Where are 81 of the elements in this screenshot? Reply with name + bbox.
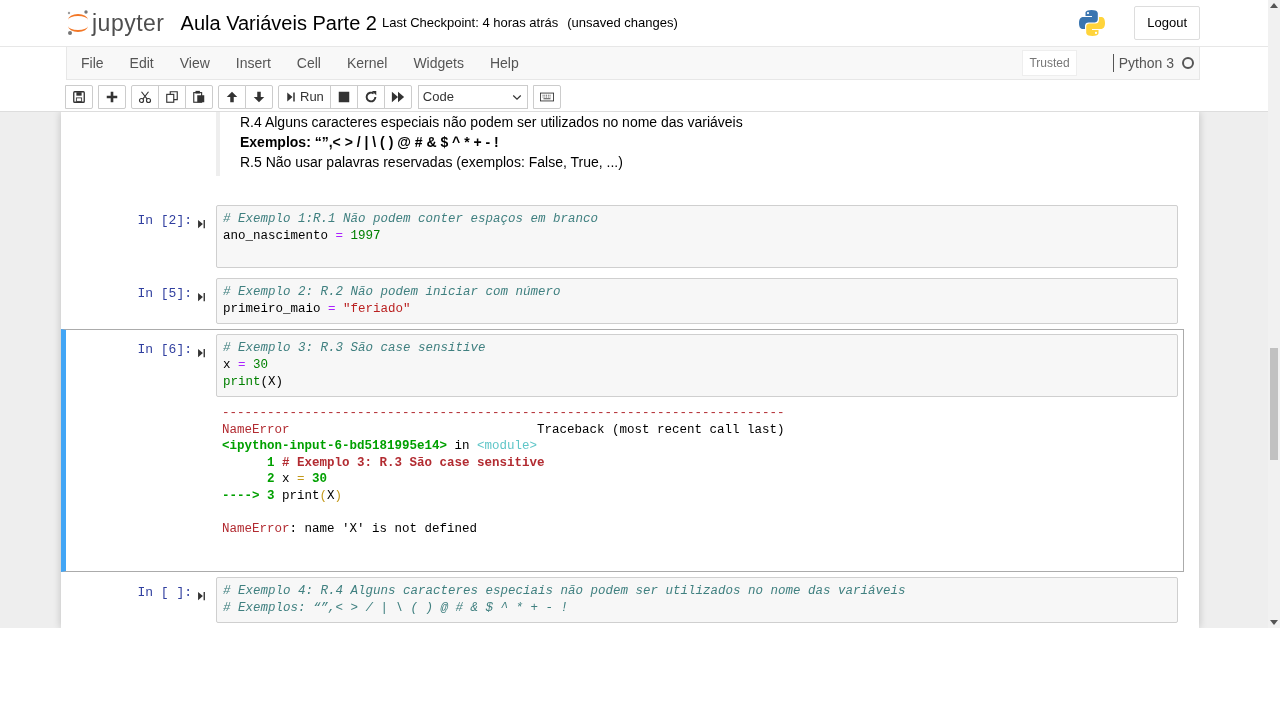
run-cell-icon xyxy=(196,217,207,230)
save-button[interactable] xyxy=(65,85,93,109)
python-logo-icon xyxy=(1078,9,1107,37)
save-icon xyxy=(72,90,86,104)
menu-item[interactable]: Insert xyxy=(225,52,281,74)
add-cell-button[interactable] xyxy=(98,85,126,109)
fast-forward-icon xyxy=(390,90,405,104)
menu-item[interactable]: View xyxy=(169,52,220,74)
code-editor[interactable]: # Exemplo 3: R.3 São case sensitive x = 30 print(X) xyxy=(216,334,1178,397)
input-prompt: In [6]: xyxy=(136,341,193,359)
code-line: # Exemplo 4: R.4 Alguns caracteres especiais não podem ser utilizados no nome das variáveis xyxy=(223,583,907,601)
code-line: # Exemplo 2: R.2 Não podem iniciar com número xyxy=(223,284,562,301)
unsaved-status: (unsaved changes) xyxy=(567,14,678,33)
code-line: x = 30 xyxy=(223,357,270,374)
run-all-button[interactable] xyxy=(383,85,412,109)
code-cell[interactable]: In [2]: # Exemplo 1:R.1 Não podem conter espaços em branco ano_nascimento = 1997 xyxy=(61,200,1184,273)
cell-type-select[interactable]: Code xyxy=(417,85,528,109)
clipboard-icon xyxy=(192,90,206,104)
shortcuts-button[interactable] xyxy=(532,85,561,109)
paste-button[interactable] xyxy=(185,85,213,109)
copy-button[interactable] xyxy=(158,85,186,109)
menu-item[interactable]: Help xyxy=(479,52,529,74)
input-prompt: In [5]: xyxy=(136,285,193,303)
restart-icon xyxy=(363,90,378,104)
plus-icon xyxy=(105,90,119,104)
scroll-thumb[interactable] xyxy=(1270,348,1278,460)
code-line: # Exemplo 3: R.3 São case sensitive xyxy=(223,340,487,357)
menu-item[interactable]: Cell xyxy=(286,52,331,74)
up-arrow-icon xyxy=(225,90,239,104)
code-cell[interactable] xyxy=(61,329,1184,573)
output-line: --------------------------------------------------------------------------- xyxy=(222,405,785,422)
markdown-text: R.5 Não usar palavras reservadas (exemplos: False, True, ...) xyxy=(240,153,624,172)
checkpoint-status: Last Checkpoint: 4 horas atrás xyxy=(381,14,559,33)
cut-button[interactable] xyxy=(131,85,159,109)
kernel-name[interactable]: Python 3 xyxy=(1112,54,1174,72)
code-editor[interactable]: # Exemplo 2: R.2 Não podem iniciar com número primeiro_maio = "feriado" xyxy=(216,278,1178,324)
code-line: primeiro_maio = "feriado" xyxy=(223,301,412,318)
run-cell-icon xyxy=(196,589,207,602)
run-cell-icon xyxy=(196,346,207,359)
scroll-down-icon[interactable] xyxy=(1270,620,1278,626)
code-line: # Exemplos: “”,< > / | \ ( ) @ # & $ ^ * + - ! xyxy=(223,600,570,618)
code-line: ano_nascimento = 1997 xyxy=(223,228,382,245)
notebook-title[interactable]: Aula Variáveis Parte 2 xyxy=(180,8,377,38)
markdown-text: R.4 Alguns caracteres especiais não podem ser utilizados no nome das variáveis xyxy=(240,113,744,132)
input-prompt: In [2]: xyxy=(136,212,193,230)
run-icon xyxy=(285,91,297,103)
code-cell[interactable]: In [ ]: # Exemplo 4: R.4 Alguns caracteres especiais não podem ser utilizados no nome das variáveis # Exemplos: “”,< > / | \ ( ) @ # & $ ^ * + - ! xyxy=(61,572,1184,628)
scroll-up-icon[interactable] xyxy=(1270,2,1278,8)
copy-icon xyxy=(165,90,179,104)
logout-button[interactable]: Logout xyxy=(1134,6,1200,40)
scrollbar[interactable] xyxy=(1268,0,1280,628)
move-down-button[interactable] xyxy=(245,85,273,109)
code-line: # Exemplo 1:R.1 Não podem conter espaços em branco xyxy=(223,211,600,228)
run-button[interactable]: Run xyxy=(278,85,331,109)
menu-item[interactable]: Widgets xyxy=(403,52,474,74)
trusted-indicator[interactable]: Trusted xyxy=(1022,50,1077,76)
move-up-button[interactable] xyxy=(218,85,246,109)
code-cell[interactable]: In [5]: # Exemplo 2: R.2 Não podem iniciar com número primeiro_maio = "feriado" xyxy=(61,273,1184,329)
keyboard-icon xyxy=(539,90,554,104)
code-editor[interactable]: # Exemplo 4: R.4 Alguns caracteres especiais não podem ser utilizados no nome das variáveis # Exemplos: “”,< > / | \ ( ) @ # & $ ^ * + - ! xyxy=(216,577,1178,624)
markdown-text: Exemplos: “”,< > / | \ ( ) @ # & $ ^ * + - ! xyxy=(240,133,500,152)
output-line: 1 # Exemplo 3: R.3 São case sensitive xyxy=(266,454,545,472)
output-line: NameError Traceback (most recent call last) xyxy=(222,421,785,439)
run-cell-icon xyxy=(196,290,207,303)
scissors-icon xyxy=(138,90,152,104)
logo-text[interactable]: jupyter xyxy=(92,5,165,41)
code-line: print(X) xyxy=(223,374,285,391)
menu-item[interactable]: File xyxy=(71,52,114,74)
menu-item[interactable]: Kernel xyxy=(336,52,398,74)
output-line: ----> 3 print(X) xyxy=(222,487,343,505)
interrupt-button[interactable] xyxy=(329,85,358,109)
output-line: <ipython-input-6-bd5181995e14> in <module> xyxy=(222,438,538,455)
input-prompt: In [ ]: xyxy=(136,584,193,603)
restart-button[interactable] xyxy=(356,85,385,109)
code-editor[interactable]: # Exemplo 1:R.1 Não podem conter espaços em branco ano_nascimento = 1997 xyxy=(216,205,1178,268)
output-line: 2 x = 30 xyxy=(266,471,328,488)
down-arrow-icon xyxy=(252,90,266,104)
menu-item[interactable]: Edit xyxy=(119,52,164,74)
logo-icon xyxy=(66,8,90,38)
output-line: NameError: name 'X' is not defined xyxy=(222,520,478,538)
stop-icon xyxy=(336,90,351,104)
